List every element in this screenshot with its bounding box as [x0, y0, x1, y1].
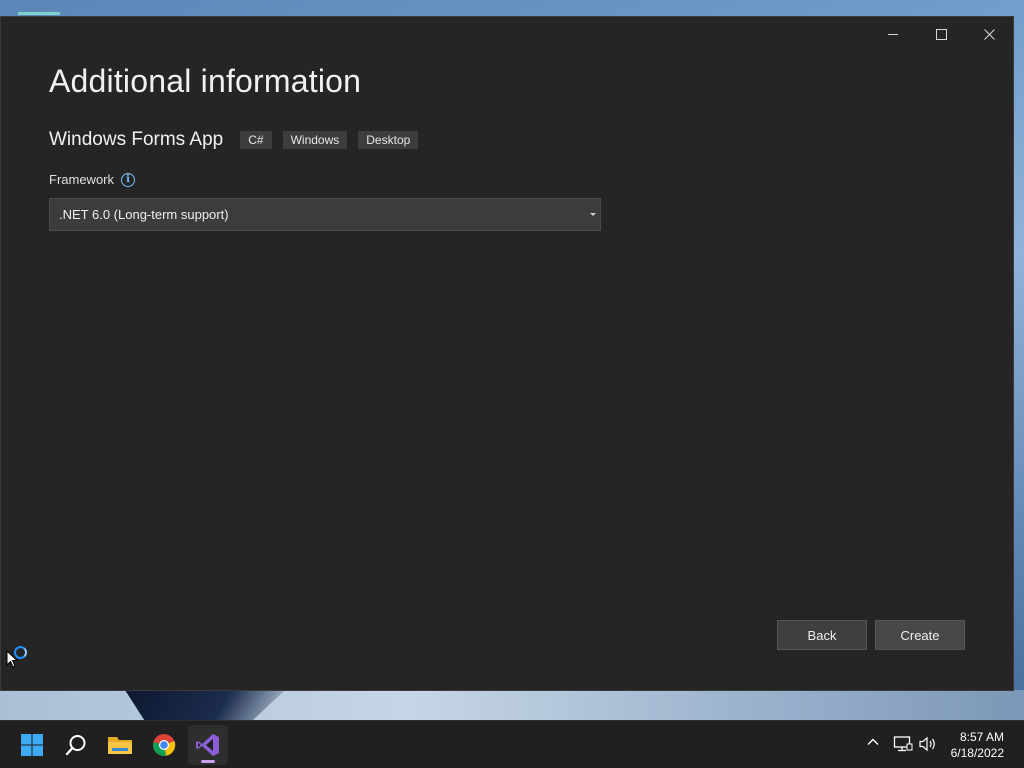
visual-studio-icon[interactable] — [188, 725, 228, 765]
file-explorer-icon[interactable] — [100, 725, 140, 765]
search-icon[interactable] — [56, 725, 96, 765]
network-icon[interactable] — [893, 735, 913, 753]
framework-selected-value: .NET 6.0 (Long-term support) — [59, 207, 229, 222]
chrome-icon[interactable] — [144, 725, 184, 765]
create-button[interactable]: Create — [875, 620, 965, 650]
close-icon[interactable] — [965, 17, 1013, 51]
tag-platform: Windows — [282, 131, 348, 149]
background-window-accent — [18, 12, 60, 15]
framework-label-row: Framework i — [49, 172, 136, 187]
windows-start-icon[interactable] — [12, 725, 52, 765]
mouse-cursor-icon — [6, 650, 18, 668]
clock-date: 6/18/2022 — [950, 746, 1004, 760]
clock-time: 8:57 AM — [959, 730, 1004, 744]
titlebar-controls — [869, 17, 1013, 51]
system-clock[interactable]: 8:57 AM 6/18/2022 — [951, 729, 1004, 761]
volume-icon[interactable] — [918, 735, 938, 753]
dialog-window: Additional information Windows Forms App… — [0, 16, 1014, 691]
chevron-up-icon[interactable] — [866, 735, 880, 749]
tag-language: C# — [240, 131, 272, 149]
minimize-icon[interactable] — [869, 17, 917, 51]
dropdown-arrow-icon — [590, 213, 596, 216]
project-name: Windows Forms App — [49, 129, 224, 150]
taskbar: 8:57 AM 6/18/2022 — [0, 720, 1024, 768]
project-info-row: Windows Forms App C# Windows Desktop — [49, 129, 429, 151]
framework-select[interactable]: .NET 6.0 (Long-term support) — [49, 198, 601, 231]
maximize-icon[interactable] — [917, 17, 965, 51]
info-icon[interactable]: i — [121, 172, 136, 187]
framework-label: Framework — [49, 172, 115, 187]
active-app-indicator — [201, 760, 215, 763]
tag-project-type: Desktop — [358, 131, 419, 149]
back-button[interactable]: Back — [777, 620, 867, 650]
page-title: Additional information — [49, 63, 362, 99]
